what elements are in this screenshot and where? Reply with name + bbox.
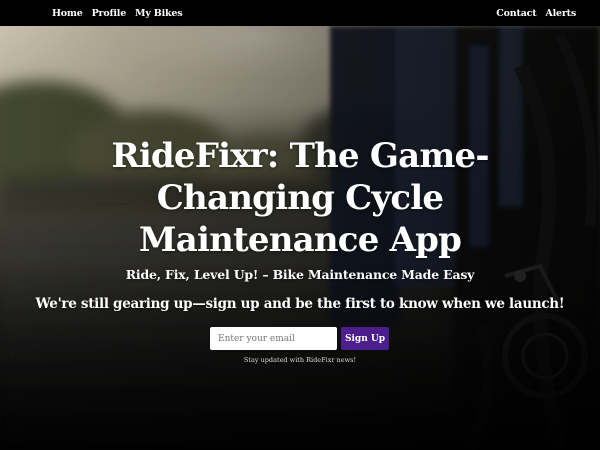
nav-link-home[interactable]: Home: [52, 8, 83, 19]
nav-link-profile[interactable]: Profile: [92, 8, 127, 19]
email-input[interactable]: [210, 327, 337, 350]
landing-page: Home Profile My Bikes Contact Alerts Rid…: [0, 0, 600, 450]
signup-form: Sign Up: [210, 327, 389, 350]
hero-tagline: Ride, Fix, Level Up! – Bike Maintenance …: [125, 267, 475, 282]
updates-note: Stay updated with RideFixr news!: [243, 356, 357, 364]
signup-button[interactable]: Sign Up: [341, 327, 389, 350]
hero-subline: We're still gearing up—sign up and be th…: [35, 296, 565, 312]
nav-link-alerts[interactable]: Alerts: [545, 8, 576, 19]
hero-content: RideFixr: The Game-Changing Cycle Mainte…: [0, 26, 600, 450]
hero-headline: RideFixr: The Game-Changing Cycle Mainte…: [111, 136, 489, 260]
nav-link-contact[interactable]: Contact: [496, 8, 536, 19]
top-navbar: Home Profile My Bikes Contact Alerts: [0, 0, 600, 26]
nav-right-links: Contact Alerts: [487, 0, 576, 26]
nav-link-my-bikes[interactable]: My Bikes: [135, 8, 183, 19]
nav-left-links: Home Profile My Bikes: [52, 0, 191, 26]
